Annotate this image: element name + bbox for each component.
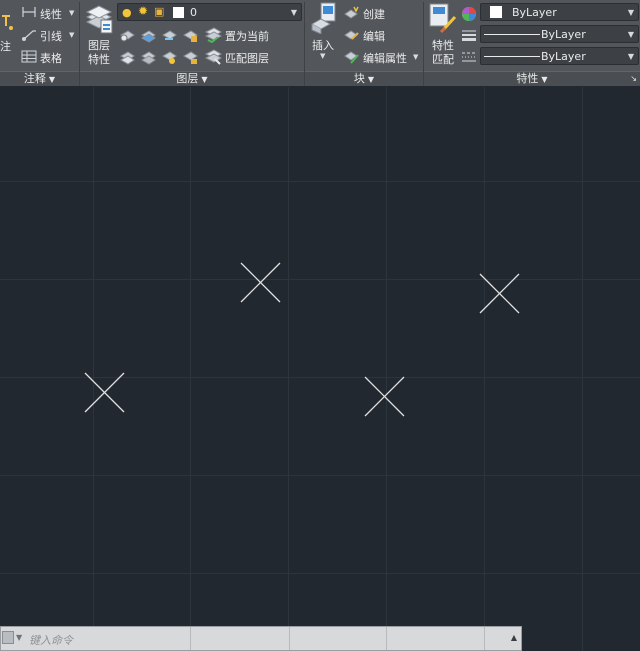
leader-label[interactable]: 引线: [40, 28, 62, 44]
layer-dropdown[interactable]: ● ✹ ▣ 0 ▼: [117, 3, 302, 21]
match-layer-icon[interactable]: [204, 48, 222, 65]
layer-sun-icon: ✹: [138, 4, 149, 18]
create-label[interactable]: 创建: [363, 6, 385, 22]
lineweight-dropdown[interactable]: ByLayer ▼: [480, 25, 639, 43]
match-properties-label-2[interactable]: 匹配: [432, 51, 454, 67]
edit-attributes-icon[interactable]: [343, 49, 359, 64]
color-dropdown-arrow-icon: ▼: [627, 8, 634, 17]
layer-isolate-icon[interactable]: [140, 27, 156, 43]
layer-lock-tool-icon[interactable]: [182, 27, 198, 43]
properties-title-text: 特性: [516, 72, 539, 85]
command-line-divider: [484, 627, 485, 650]
block-expand-icon[interactable]: ▼: [368, 75, 374, 84]
command-line-divider: [386, 627, 387, 650]
edit-label[interactable]: 编辑: [363, 28, 385, 44]
linetype-sample-line: [484, 56, 540, 57]
linetype-dropdown[interactable]: ByLayer ▼: [480, 47, 639, 65]
color-value: ByLayer: [512, 6, 557, 19]
edit-attributes-dropdown-icon[interactable]: ▼: [413, 53, 418, 61]
annotation-title-text: 注释: [23, 72, 46, 85]
layer-on-icon[interactable]: [119, 49, 135, 65]
command-line-divider: [190, 627, 191, 650]
linetype-icon: [462, 52, 476, 62]
linear-dimension-icon[interactable]: [21, 5, 37, 19]
block-title-text: 块: [353, 72, 365, 85]
annotation-big-label[interactable]: 注: [0, 38, 11, 54]
canvas-background: [0, 87, 640, 651]
layer-unlock-icon[interactable]: [182, 49, 198, 65]
color-dropdown[interactable]: ByLayer ▼: [480, 3, 639, 21]
lineweight-dropdown-arrow-icon: ▼: [627, 30, 634, 39]
command-menu-arrow-icon[interactable]: ▼: [16, 633, 22, 642]
block-panel-title[interactable]: 块 ▼: [305, 71, 423, 86]
layers-title-text: 图层: [176, 72, 199, 85]
layers-expand-icon[interactable]: ▼: [201, 75, 207, 84]
insert-block-icon[interactable]: [309, 2, 339, 34]
linetype-value: ByLayer: [541, 50, 586, 63]
layer-properties-label-2[interactable]: 特性: [88, 51, 110, 67]
layer-dropdown-arrow-icon: ▼: [290, 8, 297, 17]
leader-dropdown-icon[interactable]: ▼: [69, 31, 74, 39]
layer-thaw-icon[interactable]: [161, 49, 177, 65]
set-current-layer-icon[interactable]: [204, 26, 222, 43]
linear-dropdown-icon[interactable]: ▼: [69, 9, 74, 17]
text-icon[interactable]: [0, 12, 14, 34]
ribbon: 注 线性 ▼ 引线 ▼ 表格 注释 ▼ 图层 特性 ● ✹ ▣ 0 ▼ 置为当前…: [0, 0, 640, 86]
match-layer-label[interactable]: 匹配图层: [225, 50, 269, 66]
lineweight-value: ByLayer: [541, 28, 586, 41]
layer-freeze-icon[interactable]: [161, 27, 177, 43]
layer-off-icon[interactable]: [119, 27, 135, 43]
annotation-expand-icon[interactable]: ▼: [49, 75, 55, 84]
layer-unisolate-icon[interactable]: [140, 49, 156, 65]
drawing-canvas[interactable]: [0, 87, 640, 651]
lineweight-icon: [462, 30, 476, 41]
create-block-icon[interactable]: [343, 6, 359, 21]
color-wheel-icon: [462, 7, 476, 21]
properties-panel-title[interactable]: 特性 ▼ ↘: [424, 71, 640, 86]
layer-properties-icon[interactable]: [84, 3, 114, 35]
color-swatch: [490, 6, 502, 18]
insert-label[interactable]: 插入: [312, 37, 334, 53]
current-layer-value: 0: [190, 6, 197, 19]
table-label[interactable]: 表格: [40, 50, 62, 66]
layer-lock-icon: ▣: [154, 5, 165, 18]
command-input[interactable]: 键入命令: [29, 632, 73, 648]
leader-icon[interactable]: [21, 27, 37, 41]
lineweight-sample-line: [484, 34, 540, 35]
layers-panel-title[interactable]: 图层 ▼: [80, 71, 304, 86]
command-line[interactable]: ▼ 键入命令 ▲: [0, 626, 522, 651]
linetype-dropdown-arrow-icon: ▼: [627, 52, 634, 61]
command-line-divider: [289, 627, 290, 650]
properties-dialog-launcher-icon[interactable]: ↘: [630, 72, 637, 86]
linear-label[interactable]: 线性: [40, 6, 62, 22]
edit-block-icon[interactable]: [343, 27, 359, 42]
properties-expand-icon[interactable]: ▼: [541, 75, 547, 84]
set-current-label[interactable]: 置为当前: [225, 28, 269, 44]
command-history-icon[interactable]: [2, 631, 14, 644]
table-icon[interactable]: [21, 50, 37, 63]
insert-dropdown-icon[interactable]: ▼: [320, 52, 325, 60]
layer-bulb-icon: ●: [122, 6, 132, 19]
layer-color-swatch: [173, 7, 184, 18]
annotation-panel-title[interactable]: 注释 ▼: [0, 71, 79, 86]
edit-attributes-label[interactable]: 编辑属性: [363, 50, 407, 66]
command-expand-icon[interactable]: ▲: [511, 633, 517, 642]
match-properties-icon[interactable]: [428, 3, 458, 35]
